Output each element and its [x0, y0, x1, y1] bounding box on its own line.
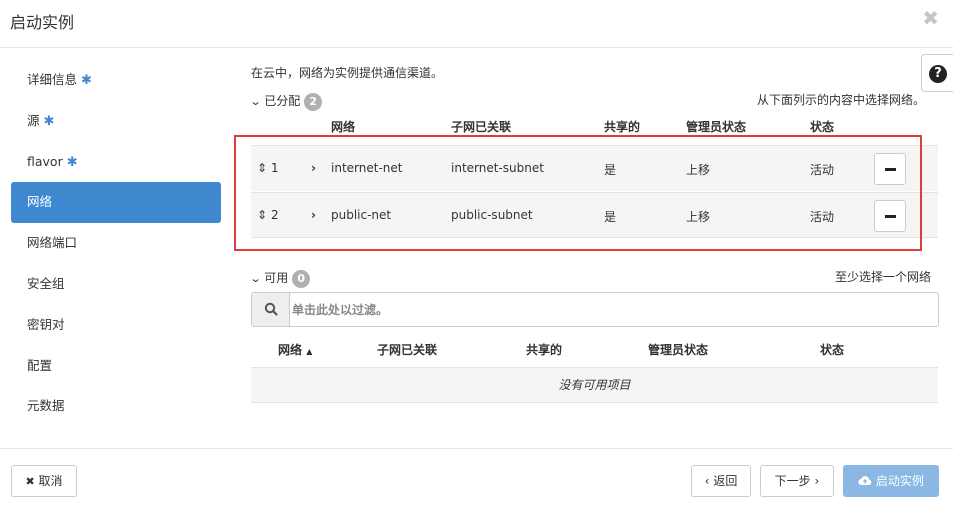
filter-box — [251, 292, 939, 327]
sidebar-item-networks[interactable]: 网络 — [11, 182, 221, 224]
allocated-hint: 从下面列示的内容中选择网络。 — [757, 93, 926, 107]
col-header-status: 状态 — [810, 120, 835, 134]
back-button[interactable]: ‹ 返回 — [691, 465, 751, 497]
col-header-shared: 共享的 — [604, 120, 641, 134]
search-addon — [252, 293, 290, 326]
col-header-admin-state: 管理员状态 — [648, 343, 709, 357]
sidebar-item-configuration[interactable]: 配置 — [11, 346, 221, 387]
col-header-network-sortable[interactable]: 网络 ▲ — [278, 341, 312, 358]
modal-title: 启动实例 — [10, 13, 75, 32]
col-header-shared: 共享的 — [526, 343, 563, 357]
empty-table-message: 没有可用项目 — [251, 367, 938, 403]
col-header-network: 网络 — [331, 120, 356, 134]
chevron-right-icon: › — [814, 474, 820, 488]
sidebar-item-key-pair[interactable]: 密钥对 — [11, 305, 221, 346]
allocated-toggle[interactable]: ⌄ 已分配 2 — [249, 92, 323, 111]
available-hint: 至少选择一个网络 — [835, 270, 932, 284]
sidebar-item-network-ports[interactable]: 网络端口 — [11, 223, 221, 264]
search-icon — [264, 302, 278, 316]
highlight-box — [234, 135, 922, 251]
close-icon[interactable]: ✖ — [922, 6, 939, 30]
sidebar-item-security-groups[interactable]: 安全组 — [11, 264, 221, 305]
allocated-count-badge: 2 — [304, 93, 323, 111]
available-count-badge: 0 — [292, 270, 311, 288]
help-button[interactable]: ? — [921, 54, 953, 92]
required-icon: ✱ — [81, 73, 92, 88]
cloud-upload-icon — [858, 476, 872, 486]
available-toggle[interactable]: ⌄ 可用 0 — [249, 269, 311, 288]
chevron-left-icon: ‹ — [704, 474, 710, 488]
col-header-status: 状态 — [820, 343, 845, 357]
required-icon: ✱ — [43, 113, 55, 129]
sidebar-item-metadata[interactable]: 元数据 — [11, 386, 221, 427]
launch-instance-button[interactable]: 启动实例 — [843, 465, 939, 497]
available-title: 可用 — [264, 271, 289, 285]
sidebar-item-flavor[interactable]: flavor ✱ — [11, 142, 221, 183]
section-description: 在云中，网络为实例提供通信渠道。 — [251, 66, 444, 80]
chevron-down-icon: ⌄ — [249, 95, 262, 108]
sidebar-item-source[interactable]: 源 ✱ — [11, 101, 221, 142]
next-button[interactable]: 下一步 › — [760, 465, 834, 497]
wizard-sidebar: 详细信息 ✱ 源 ✱ flavor ✱ 网络 网络端口 安全组 密钥对 配置 元数据 — [11, 60, 221, 427]
required-icon: ✱ — [66, 154, 78, 170]
question-icon: ? — [929, 65, 947, 83]
col-header-subnet: 子网已关联 — [451, 120, 512, 134]
chevron-down-icon: ⌄ — [249, 272, 262, 285]
sidebar-item-details[interactable]: 详细信息 ✱ — [11, 60, 221, 101]
close-icon: ✖ — [25, 475, 35, 488]
col-header-subnet: 子网已关联 — [377, 343, 438, 357]
col-header-admin-state: 管理员状态 — [686, 120, 747, 134]
modal-header: 启动实例 ✖ — [0, 0, 953, 48]
modal-footer: ✖ 取消 ‹ 返回 下一步 › 启动实例 — [0, 448, 953, 505]
filter-input[interactable] — [292, 294, 932, 325]
cancel-button[interactable]: ✖ 取消 — [11, 465, 77, 497]
allocated-title: 已分配 — [264, 94, 301, 108]
sort-asc-icon: ▲ — [306, 347, 313, 356]
